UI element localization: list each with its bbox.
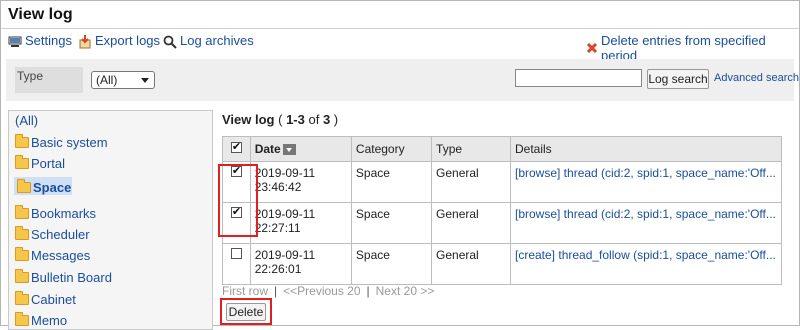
date-cell: 2019-09-11 22:26:01	[249, 243, 352, 285]
sidebar-item-bookmarks[interactable]: Bookmarks	[15, 205, 97, 221]
type-label: Type	[15, 67, 83, 93]
sidebar-item-label: Basic system	[31, 135, 108, 150]
settings-label: Settings	[25, 33, 72, 48]
folder-icon	[15, 155, 29, 169]
details-cell: [browse] thread (cid:2, spid:1, space_na…	[510, 202, 782, 244]
sidebar-item-cabinet[interactable]: Cabinet	[15, 291, 76, 307]
delete-x-icon	[586, 42, 598, 54]
sidebar-item-space[interactable]: Space	[17, 179, 72, 195]
sidebar-item-label: Scheduler	[31, 227, 90, 242]
sidebar-item-label: Portal	[31, 156, 65, 171]
sidebar-item-label: Cabinet	[31, 292, 76, 307]
sidebar-item-label: Messages	[31, 248, 91, 263]
table-row: 2019-09-1122:27:11 Space General [browse…	[222, 202, 782, 244]
folder-icon	[15, 291, 29, 305]
date-value: 2019-09-11	[254, 207, 316, 221]
range-of: of	[304, 112, 323, 127]
column-date[interactable]: Date	[249, 136, 352, 162]
date-cell: 2019-09-11 23:46:42	[249, 161, 352, 203]
range-suffix: )	[330, 112, 339, 127]
sidebar-item-label: Bulletin Board	[31, 270, 112, 285]
date-cell: 2019-09-11 22:27:11	[249, 202, 352, 244]
time-value: 22:27:11	[254, 221, 301, 235]
list-title: View log	[222, 112, 275, 127]
type-select-value: (All)	[96, 73, 118, 87]
sidebar-item-all[interactable]: (All)	[15, 113, 38, 128]
row-checkbox-cell	[222, 243, 251, 285]
category-cell: Space	[350, 243, 433, 285]
folder-icon	[15, 226, 29, 240]
folder-icon	[17, 179, 31, 193]
chevron-down-icon	[141, 78, 149, 83]
details-link[interactable]: [browse] thread (cid:2, spid:1, space_na…	[515, 207, 777, 221]
sidebar-item-portal[interactable]: Portal	[15, 155, 65, 171]
sidebar-item-label: Bookmarks	[31, 206, 97, 221]
pager: First row | <<Previous 20 | Next 20 >>	[222, 284, 435, 298]
log-archives-link[interactable]: Log archives	[163, 33, 254, 49]
sidebar-item-messages[interactable]: Messages	[15, 247, 91, 263]
folder-icon	[15, 269, 29, 283]
folder-icon	[15, 205, 29, 219]
log-table: Date Category Type Details 2019-09-1123:…	[222, 136, 782, 285]
log-search-button[interactable]: Log search	[647, 69, 709, 89]
details-cell: [browse] thread (cid:2, spid:1, space_na…	[510, 161, 782, 203]
folder-icon	[15, 312, 29, 326]
column-date-label: Date	[254, 142, 281, 156]
checkbox-highlight-box	[218, 164, 258, 237]
column-details: Details	[510, 136, 782, 162]
search-input[interactable]	[515, 69, 642, 87]
row-checkbox[interactable]	[230, 248, 242, 259]
first-row-link[interactable]: First row	[222, 284, 268, 298]
sidebar-item-bulletin-board[interactable]: Bulletin Board	[15, 269, 112, 285]
sidebar-item-scheduler[interactable]: Scheduler	[15, 226, 90, 242]
time-value: 23:46:42	[254, 180, 302, 194]
details-link[interactable]: [browse] thread (cid:2, spid:1, space_na…	[515, 166, 777, 180]
folder-icon	[15, 247, 29, 261]
select-all-checkbox[interactable]	[230, 140, 242, 153]
folder-icon	[15, 134, 29, 148]
settings-icon	[8, 35, 22, 47]
table-row: 2019-09-11 22:26:01 Space General [create…	[222, 243, 782, 285]
column-type: Type	[431, 136, 511, 162]
delete-button[interactable]: Delete	[226, 303, 266, 321]
type-cell: General	[431, 161, 511, 203]
search-icon	[163, 35, 177, 49]
date-value: 2019-09-11	[254, 166, 316, 180]
table-header-row: Date Category Type Details	[222, 136, 782, 162]
settings-link[interactable]: Settings	[8, 33, 72, 48]
type-select[interactable]: (All)	[91, 71, 155, 89]
date-value: 2019-09-11	[254, 248, 316, 262]
details-link[interactable]: [create] thread_follow (spid:1, space_na…	[515, 248, 777, 262]
select-all-cell	[222, 136, 251, 162]
details-cell: [create] thread_follow (spid:1, space_na…	[510, 243, 782, 285]
export-icon	[78, 34, 92, 48]
type-cell: General	[431, 202, 511, 244]
table-row: 2019-09-1123:46:42 Space General [browse…	[222, 161, 782, 203]
range-value: 1-3	[286, 112, 305, 127]
category-cell: Space	[350, 202, 433, 244]
time-value: 22:26:01	[254, 262, 302, 276]
next-link[interactable]: Next 20 >>	[376, 284, 435, 298]
export-logs-label: Export logs	[95, 33, 161, 48]
log-archives-label: Log archives	[180, 33, 254, 48]
page-title: View log	[8, 6, 73, 23]
list-heading: View log ( 1-3 of 3 )	[222, 112, 338, 127]
sidebar-item-label: Space	[33, 180, 72, 195]
type-cell: General	[431, 243, 511, 285]
sidebar-item-basic-system[interactable]: Basic system	[15, 134, 108, 150]
title-divider	[1, 28, 799, 29]
export-logs-link[interactable]: Export logs	[78, 33, 160, 48]
previous-link[interactable]: <<Previous 20	[283, 284, 360, 298]
advanced-search-link[interactable]: Advanced search	[714, 72, 799, 84]
sort-icon[interactable]	[282, 144, 296, 156]
category-cell: Space	[350, 161, 433, 203]
range-prefix: (	[278, 112, 287, 127]
column-category: Category	[350, 136, 433, 162]
